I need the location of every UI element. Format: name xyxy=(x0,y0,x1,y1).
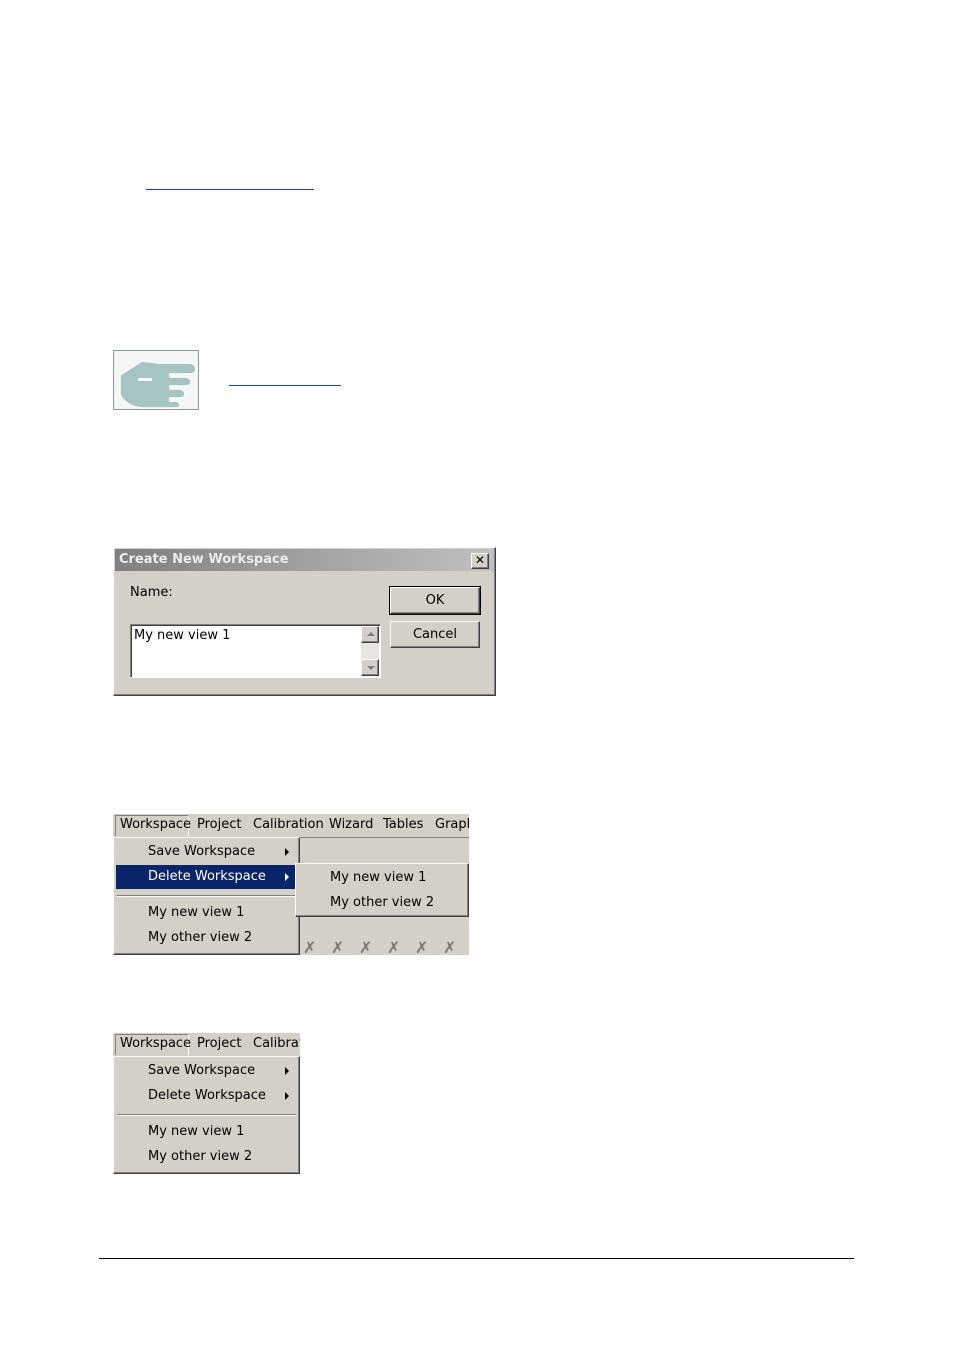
tool-icon[interactable]: ✗ xyxy=(359,938,372,955)
hyperlink-2[interactable] xyxy=(229,385,341,386)
toolbar-icons: ✗ ✗ ✗ ✗ ✗ ✗ xyxy=(299,938,469,955)
create-workspace-dialog: Create New Workspace ✕ Name: OK Cancel M… xyxy=(113,547,496,696)
submenu-item-view-2[interactable]: My other view 2 xyxy=(298,891,466,915)
submenu-arrow-icon xyxy=(285,873,289,881)
footer-rule xyxy=(99,1258,854,1259)
tool-icon[interactable]: ✗ xyxy=(303,938,316,955)
menu-item-view-1[interactable]: My new view 1 xyxy=(116,901,297,925)
menu-separator xyxy=(117,895,296,897)
submenu-arrow-icon xyxy=(285,1067,289,1075)
menu-screenshot-delete: Workspace Project Calibration Wizard Tab… xyxy=(113,814,469,955)
menu-item-label: My new view 1 xyxy=(148,905,245,920)
menu-item-label: My other view 2 xyxy=(148,930,253,945)
scroll-down-button[interactable] xyxy=(361,659,379,676)
menu-workspace[interactable]: Workspace xyxy=(120,1036,191,1051)
menu-item-label: Save Workspace xyxy=(148,844,256,859)
cancel-button-label: Cancel xyxy=(412,627,458,642)
menu-calibration[interactable]: Calibration xyxy=(253,817,324,832)
menu-calibration[interactable]: Calibrati xyxy=(253,1036,300,1051)
menubar: Workspace Project Calibrati xyxy=(113,1033,300,1055)
menu-workspace[interactable]: Workspace xyxy=(120,817,191,832)
menubar: Workspace Project Calibration Wizard Tab… xyxy=(113,814,469,836)
menu-item-label: Save Workspace xyxy=(148,1063,256,1078)
submenu-item-label: My new view 1 xyxy=(330,870,427,885)
menu-item-delete-workspace[interactable]: Delete Workspace xyxy=(116,1084,297,1108)
hyperlink-1[interactable] xyxy=(146,189,314,190)
menu-item-view-2[interactable]: My other view 2 xyxy=(116,926,297,950)
close-icon: ✕ xyxy=(474,553,486,567)
submenu-item-label: My other view 2 xyxy=(330,895,435,910)
submenu-item-view-1[interactable]: My new view 1 xyxy=(298,866,466,890)
submenu-arrow-icon xyxy=(285,1092,289,1100)
menu-item-save-workspace[interactable]: Save Workspace xyxy=(116,1059,297,1083)
name-input[interactable]: My new view 1 xyxy=(130,624,381,678)
menu-separator xyxy=(117,1114,296,1116)
ok-button-label: OK xyxy=(425,593,445,608)
tool-icon[interactable]: ✗ xyxy=(415,938,428,955)
menu-item-label: My new view 1 xyxy=(148,1124,245,1139)
scroll-up-button[interactable] xyxy=(361,626,379,643)
scrollbar[interactable] xyxy=(361,626,379,676)
dialog-titlebar: Create New Workspace ✕ xyxy=(115,549,494,571)
tool-icon[interactable]: ✗ xyxy=(387,938,400,955)
menu-item-view-2[interactable]: My other view 2 xyxy=(116,1145,297,1169)
menu-item-label: Delete Workspace xyxy=(148,869,266,884)
submenu-arrow-icon xyxy=(285,848,289,856)
workspace-dropdown: Save Workspace Delete Workspace My new v… xyxy=(113,837,300,955)
name-input-value: My new view 1 xyxy=(134,628,231,643)
menu-graph[interactable]: Graph xyxy=(435,817,469,832)
delete-submenu: My new view 1 My other view 2 xyxy=(295,863,469,917)
cancel-button[interactable]: Cancel xyxy=(390,621,480,648)
menu-project[interactable]: Project xyxy=(197,1036,241,1051)
workspace-dropdown: Save Workspace Delete Workspace My new v… xyxy=(113,1056,300,1174)
menu-wizard[interactable]: Wizard xyxy=(329,817,373,832)
menu-item-label: Delete Workspace xyxy=(148,1088,266,1103)
tool-icon[interactable]: ✗ xyxy=(331,938,344,955)
scroll-down-icon xyxy=(367,666,375,670)
menu-item-delete-workspace[interactable]: Delete Workspace xyxy=(116,865,297,889)
ok-button[interactable]: OK xyxy=(389,586,481,615)
menu-screenshot-workspace: Workspace Project Calibrati Save Workspa… xyxy=(113,1033,300,1174)
pointing-hand-icon xyxy=(113,350,199,410)
tool-icon[interactable]: ✗ xyxy=(443,938,456,955)
close-button[interactable]: ✕ xyxy=(471,553,489,569)
menu-item-view-1[interactable]: My new view 1 xyxy=(116,1120,297,1144)
menu-project[interactable]: Project xyxy=(197,817,241,832)
name-label: Name: xyxy=(130,585,173,600)
dialog-title: Create New Workspace xyxy=(119,552,289,567)
menu-item-label: My other view 2 xyxy=(148,1149,253,1164)
menu-item-save-workspace[interactable]: Save Workspace xyxy=(116,840,297,864)
scroll-up-icon xyxy=(367,632,375,636)
menu-tables[interactable]: Tables xyxy=(383,817,423,832)
